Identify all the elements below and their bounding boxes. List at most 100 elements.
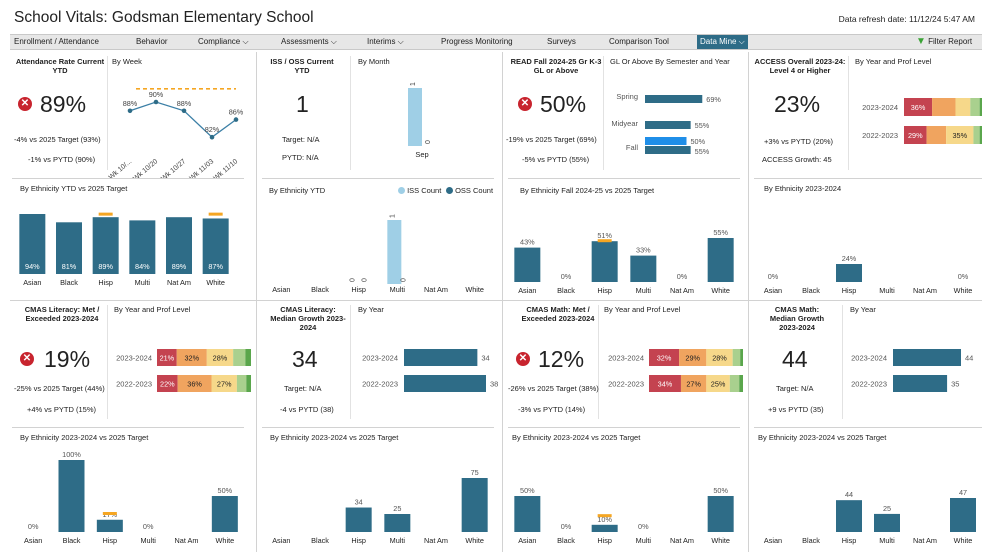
iss-ethnicity-chart: Asian Black Hisp 0 0 Multi 1 0 Nat Am White <box>272 214 484 294</box>
y-tick-label: Fall <box>626 143 638 152</box>
x-tick-label: Multi <box>636 536 652 545</box>
nav-enrollment[interactable]: Enrollment / Attendance <box>14 35 99 49</box>
bar <box>461 478 488 532</box>
data-point <box>209 134 215 140</box>
x-tick-label: Multi <box>390 536 406 545</box>
data-point <box>127 108 133 114</box>
data-label: 27% <box>686 380 701 389</box>
data-label: 75 <box>471 468 479 477</box>
x-tick-label: Black <box>802 536 820 545</box>
data-label: 0% <box>143 522 154 531</box>
iss-target: Target: N/A <box>282 135 320 144</box>
x-tick-label: Asian <box>272 285 290 294</box>
divider <box>508 178 740 179</box>
stack-segment <box>246 375 251 392</box>
legend-iss: ISS Count <box>398 186 441 195</box>
bar <box>645 95 703 103</box>
stack-segment <box>979 126 982 144</box>
data-label: 0 <box>400 278 407 282</box>
legend-oss: OSS Count <box>446 186 493 195</box>
data-label: 36% <box>187 380 202 389</box>
y-tick-label: 2023-2024 <box>362 354 398 363</box>
target-marker <box>597 239 612 243</box>
data-label: 24% <box>842 254 857 263</box>
y-tick-label: 2022-2023 <box>362 380 398 389</box>
data-label: 25 <box>393 504 401 513</box>
y-tick-label: 2023-2024 <box>116 354 152 363</box>
cmas-lit-target: -25% vs 2025 Target (44%) <box>14 384 105 393</box>
data-label: 89% <box>98 262 113 271</box>
read-value: 50% <box>540 91 587 117</box>
stack-segment <box>245 349 251 366</box>
attendance-title: Attendance Rate Current YTD <box>15 57 105 75</box>
nav-data-mine[interactable]: Data Mine ⌵ <box>697 35 748 49</box>
data-label: 1 <box>389 214 396 218</box>
data-label: 69% <box>706 95 721 104</box>
read-pytd: -5% vs PYTD (55%) <box>522 155 590 164</box>
data-label: 34 <box>481 354 489 363</box>
data-label: 33% <box>636 246 651 255</box>
nav-comparison-tool[interactable]: Comparison Tool <box>609 35 669 49</box>
data-label: 0% <box>28 522 39 531</box>
data-label: 55% <box>695 121 710 130</box>
cmas-lit-growth-value: 34 <box>292 346 318 372</box>
data-label: 29% <box>908 131 923 140</box>
bar <box>404 349 478 366</box>
x-tick-label: Hisp <box>98 278 113 287</box>
alert-x-icon: ✕ <box>20 352 34 366</box>
x-tick-label: Asian <box>764 286 782 295</box>
access-ethnicity-chart: Asian 0% Black Hisp 24% Multi Nat Am White 0% <box>764 254 972 295</box>
bar <box>591 241 618 282</box>
data-label: 88% <box>177 99 192 108</box>
nav-progress-monitoring[interactable]: Progress Monitoring <box>441 35 513 49</box>
read-sem-chart: SpringMidyearFall69%55%50%55% <box>611 92 721 156</box>
x-tick-label: Multi <box>140 536 156 545</box>
data-label: 27% <box>217 380 232 389</box>
bar <box>874 513 900 532</box>
x-tick-label: Nat Am <box>913 536 937 545</box>
cmas-math-growth-ethnicity-chart: Asian Black Hisp 44 Multi 25 Nat Am White 47 <box>764 488 976 545</box>
x-tick-label: Black <box>311 285 329 294</box>
bar <box>630 255 657 282</box>
stack-segment <box>979 98 982 116</box>
x-tick-label: Wk 11/03 <box>189 158 216 178</box>
nav-surveys[interactable]: Surveys <box>547 35 576 49</box>
access-year-title: By Year and Prof Level <box>855 57 932 66</box>
cmas-math-title: CMAS Math: Met / Exceeded 2023-2024 <box>521 305 595 323</box>
access-pytd: +3% vs PYTD (20%) <box>764 137 833 146</box>
bar <box>707 496 734 532</box>
x-tick-label: White <box>465 536 484 545</box>
stack-segment <box>236 375 247 392</box>
data-point <box>153 99 159 105</box>
stack-segment <box>233 349 246 366</box>
filter-report-button[interactable]: ▼ Filter Report <box>916 35 972 49</box>
x-tick-label: White <box>954 536 973 545</box>
cmas-math-ethnicity-chart: Asian50%Black0%Hisp10%Multi0%Nat Am White… <box>514 486 734 545</box>
iss-month-title: By Month <box>358 57 390 66</box>
data-label: 0% <box>768 272 779 281</box>
cmas-math-growth-pytd: +9 vs PYTD (35) <box>768 405 824 414</box>
bar <box>404 375 486 392</box>
bar <box>893 375 948 392</box>
data-label: 25% <box>711 380 726 389</box>
divider <box>350 56 351 170</box>
nav-assessments[interactable]: Assessments ⌵ <box>281 35 337 49</box>
x-tick-label: Nat Am <box>913 286 937 295</box>
x-tick-label: Asian <box>24 536 42 545</box>
divider <box>262 178 494 179</box>
data-point <box>181 108 187 114</box>
cmas-math-ethnicity-title: By Ethnicity 2023-2024 vs 2025 Target <box>512 433 641 442</box>
access-year-chart: 2023-2024 36% 2022-2023 29% 35% <box>862 98 982 144</box>
x-tick-label: Black <box>63 536 81 545</box>
stack-segment <box>732 349 741 366</box>
nav-interims[interactable]: Interims ⌵ <box>367 35 404 49</box>
data-label: 50% <box>691 137 706 146</box>
nav-behavior[interactable]: Behavior <box>136 35 168 49</box>
x-tick-label: Asian <box>764 536 782 545</box>
y-tick-label: 2023-2024 <box>862 103 898 112</box>
nav-compliance[interactable]: Compliance ⌵ <box>198 35 249 49</box>
target-marker <box>98 212 113 216</box>
x-tick-label: Nat Am <box>670 286 694 295</box>
cmas-math-pytd: -3% vs PYTD (14%) <box>518 405 586 414</box>
data-label: 28% <box>712 354 727 363</box>
